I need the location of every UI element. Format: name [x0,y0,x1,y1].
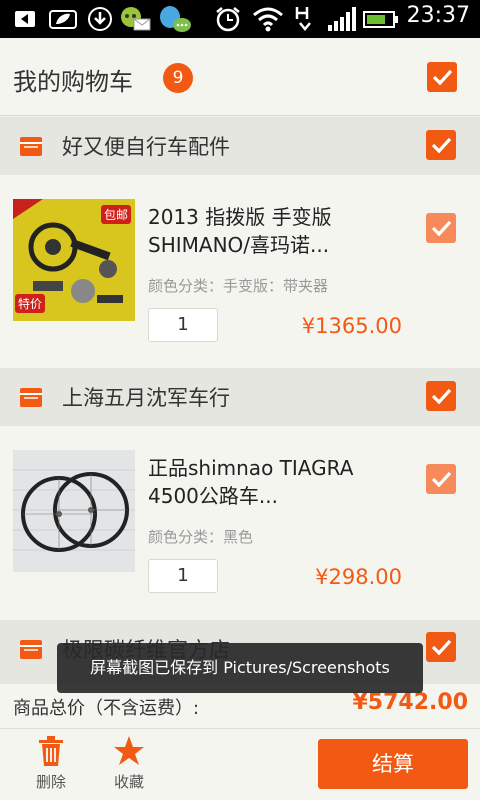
shop-icon [20,137,42,156]
free-shipping-badge: 包邮 [100,205,131,224]
bottom-action-bar: 删除 收藏 结算 [0,728,480,800]
product-spec: 颜色分类：黑色 [148,528,254,546]
shop-icon [20,640,42,659]
product-price: ¥298.00 [315,565,402,589]
trash-icon [39,736,63,766]
checkout-button[interactable]: 结算 [318,739,468,789]
screenshot-toast: 屏幕截图已保存到 Pictures/Screenshots [57,643,423,693]
leaf-icon [49,10,77,29]
select-all-checkbox[interactable] [427,62,457,92]
total-label: 商品总价（不含运费）: [13,698,200,719]
star-icon [114,736,144,765]
shop-checkbox[interactable] [426,381,456,411]
check-icon [432,69,453,86]
alarm-clock-icon [216,7,240,32]
item-checkbox[interactable] [426,213,456,243]
favorite-button[interactable]: 收藏 [99,735,159,797]
product-title[interactable]: 正品shimnao TIAGRA 4500公路车... [148,454,408,510]
item-checkbox[interactable] [426,464,456,494]
quantity-field[interactable]: 1 [148,559,218,593]
shop-name: 好又便自行车配件 [62,135,230,159]
hspa-data-icon [295,7,311,31]
check-icon [431,388,452,405]
product-price: ¥1365.00 [301,314,402,338]
cart-item[interactable]: 正品shimnao TIAGRA 4500公路车... 颜色分类：黑色 1 ¥2… [0,426,480,620]
back-arrow-icon [15,11,35,27]
shop-checkbox[interactable] [426,130,456,160]
shop-icon [20,388,42,407]
shop-header[interactable]: 上海五月沈军车行 [0,368,480,426]
cart-header: 我的购物车 9 [0,38,480,116]
product-title[interactable]: 2013 指拨版 手变版 SHIMANO/喜玛诺... [148,203,408,259]
quantity-field[interactable]: 1 [148,308,218,342]
check-icon [431,220,452,237]
special-price-badge: 特价 [15,294,46,313]
product-spec: 颜色分类：手变版：带夹器 [148,277,329,295]
status-bar: 23:37 [0,0,480,38]
wheelset-image [13,450,135,572]
delete-button[interactable]: 删除 [21,735,81,797]
shop-checkbox[interactable] [426,632,456,662]
shop-header[interactable]: 好又便自行车配件 [0,117,480,175]
check-icon [431,639,452,656]
download-icon [88,7,112,31]
battery-icon [363,11,398,28]
page-title: 我的购物车 [13,68,133,96]
message-notification-icon [121,7,151,31]
check-icon [431,137,452,154]
cart-count-badge: 9 [163,63,193,93]
wifi-icon [253,7,283,32]
check-icon [431,471,452,488]
signal-strength-icon [328,7,356,31]
total-price: ¥5742.00 [352,690,468,715]
product-thumbnail[interactable]: 包邮 特价 [13,199,135,321]
delete-label: 删除 [35,773,66,791]
chat-app-icon [160,6,191,32]
favorite-label: 收藏 [113,773,144,791]
shop-name: 上海五月沈军车行 [62,386,230,410]
cart-item[interactable]: 包邮 特价 2013 指拨版 手变版 SHIMANO/喜玛诺... 颜色分类：手… [0,175,480,369]
clock-time: 23:37 [406,3,470,28]
product-thumbnail[interactable] [13,450,135,572]
